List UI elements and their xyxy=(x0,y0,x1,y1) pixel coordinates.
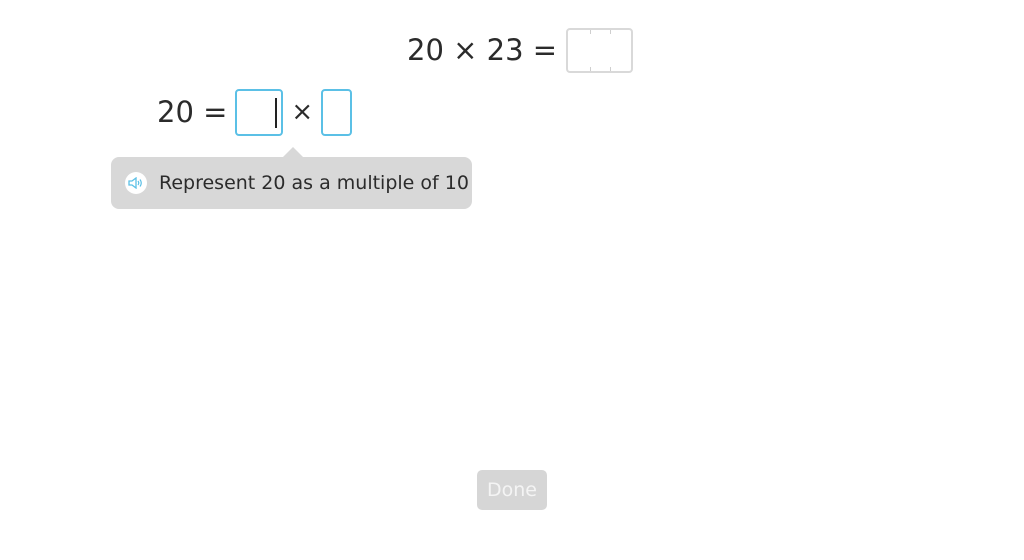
hint-text: Represent 20 as a multiple of 10 xyxy=(159,172,469,194)
times-operator: × xyxy=(291,97,314,127)
digit-divider xyxy=(610,66,612,71)
done-button[interactable]: Done xyxy=(477,470,547,510)
digit-divider xyxy=(590,66,592,71)
decomposition-left-text: 20 = xyxy=(157,95,228,129)
digit-divider xyxy=(610,29,612,34)
speaker-icon[interactable] xyxy=(125,172,147,194)
main-equation: 20 × 23 = xyxy=(407,26,634,74)
digit-divider xyxy=(590,29,592,34)
text-cursor xyxy=(275,97,278,128)
factor1-input[interactable] xyxy=(235,88,284,136)
main-equation-text: 20 × 23 = xyxy=(407,33,558,67)
answer-input[interactable] xyxy=(566,27,634,73)
decomposition-equation: 20 = × xyxy=(157,88,353,136)
hint-tooltip: Represent 20 as a multiple of 10 xyxy=(111,147,472,209)
factor2-input[interactable] xyxy=(321,88,353,136)
